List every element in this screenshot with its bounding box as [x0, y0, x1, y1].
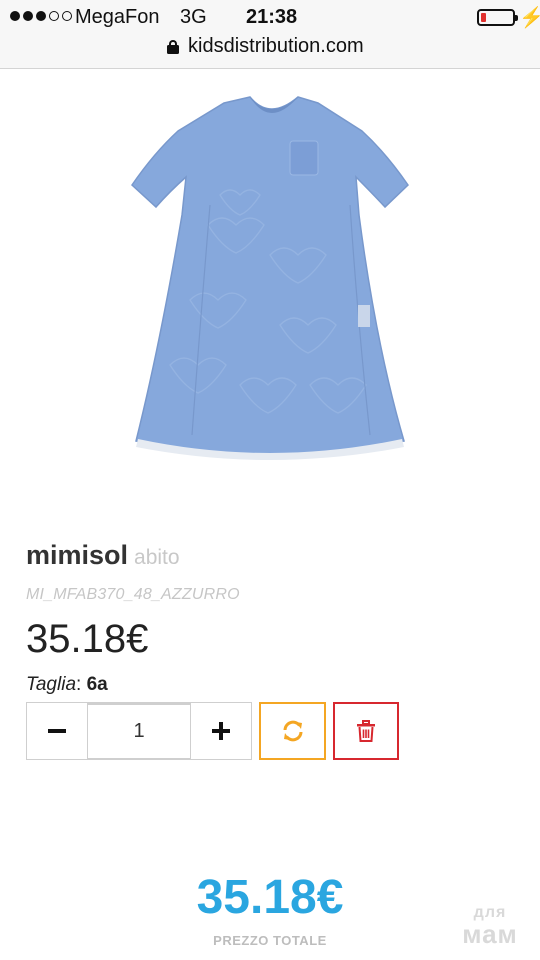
- product-price: 35.18€: [26, 617, 149, 661]
- refresh-button[interactable]: [259, 702, 326, 760]
- network-type: 3G: [180, 6, 207, 28]
- battery-icon: [477, 9, 518, 26]
- product-category: abito: [134, 546, 180, 569]
- bolt-icon: ⚡: [519, 7, 540, 29]
- size-value: 6a: [86, 674, 108, 695]
- product-size: Taglia: 6a: [26, 674, 108, 696]
- watermark-line2: мам: [462, 919, 518, 949]
- quantity-stepper: [26, 702, 252, 760]
- minus-icon: [48, 729, 66, 733]
- status-bar: MegaFon 3G 21:38 ⚡ kidsdistribution.com: [0, 0, 540, 69]
- size-label: Taglia: [26, 674, 77, 695]
- increase-quantity-button[interactable]: [191, 703, 251, 759]
- decrease-quantity-button[interactable]: [27, 703, 87, 759]
- delete-button[interactable]: [333, 702, 399, 760]
- product-sku: MI_MFAB370_48_AZZURRO: [26, 586, 240, 603]
- quantity-input[interactable]: [87, 703, 191, 759]
- product-title: mimisol abito: [26, 540, 180, 571]
- product-image[interactable]: [130, 95, 410, 470]
- status-time: 21:38: [246, 6, 298, 28]
- plus-icon: [212, 722, 230, 740]
- carrier-name: MegaFon: [75, 6, 160, 28]
- url-bar[interactable]: kidsdistribution.com: [188, 35, 364, 58]
- trash-icon: [357, 720, 375, 742]
- lock-icon: [167, 40, 179, 54]
- size-separator: :: [76, 674, 87, 695]
- watermark-logo: для мам: [452, 905, 528, 949]
- brand-name[interactable]: mimisol: [26, 540, 128, 570]
- signal-strength-icon: [10, 11, 72, 21]
- refresh-icon: [283, 720, 302, 742]
